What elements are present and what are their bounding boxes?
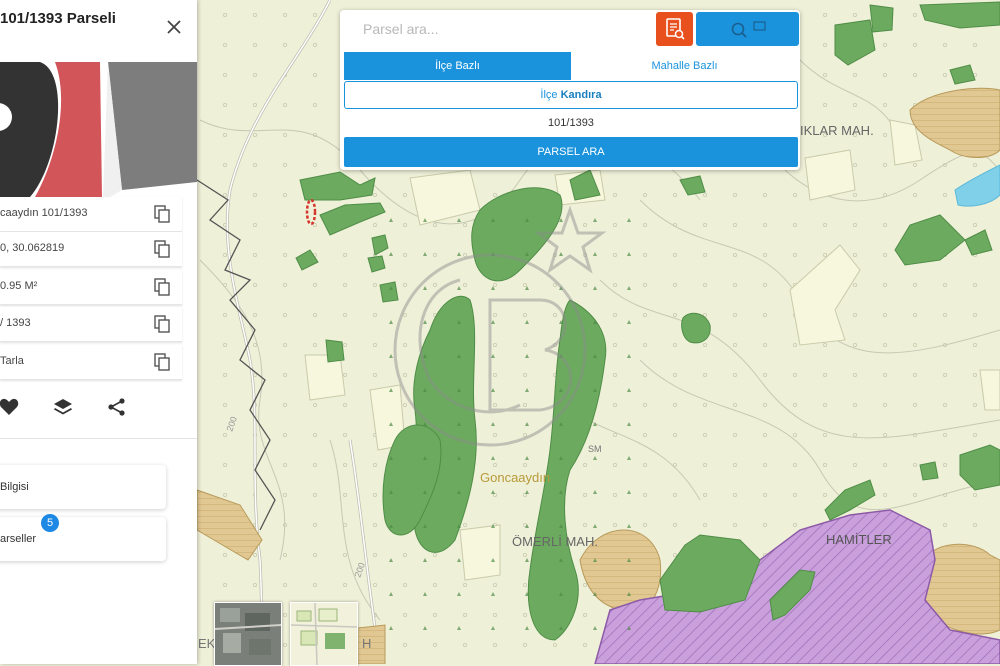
- info-area-text: 0.95 M²: [0, 280, 38, 292]
- label-omerli-mah: ÖMERLİ MAH.: [512, 534, 598, 549]
- info-location-text: caaydın 101/1393: [0, 207, 88, 219]
- parcel-search-input[interactable]: [340, 10, 652, 48]
- tab-ilce-bazli[interactable]: İlçe Bazlı: [344, 52, 571, 80]
- parcel-info-card-label: Bilgisi: [0, 481, 29, 493]
- parcel-report-button[interactable]: [656, 12, 693, 46]
- tab-mahalle-bazli[interactable]: Mahalle Bazlı: [571, 52, 798, 80]
- map-basemap-thumbnail[interactable]: [290, 602, 358, 666]
- label-edge-h: H: [362, 636, 371, 651]
- label-iklar-mah: IKLAR MAH.: [800, 123, 874, 138]
- info-type-text: Tarla: [0, 355, 24, 367]
- nearby-parcels-count-badge: 5: [41, 514, 59, 532]
- label-goncaaydin: Goncaaydın: [480, 470, 550, 485]
- layers-icon[interactable]: [52, 396, 74, 418]
- copy-icon[interactable]: [152, 314, 172, 334]
- panel-actions: [0, 390, 197, 439]
- info-parcel-text: / 1393: [0, 317, 31, 329]
- watermark-sm-badge: SM: [588, 444, 602, 454]
- search-button[interactable]: [696, 12, 799, 46]
- close-panel-button[interactable]: [160, 14, 188, 42]
- report-icon: [666, 18, 685, 40]
- info-row-location: caaydın 101/1393: [0, 197, 182, 232]
- heart-icon[interactable]: [0, 396, 20, 418]
- info-row-type: Tarla: [0, 345, 182, 380]
- info-row-coordinates: 0, 30.062819: [0, 232, 182, 267]
- parcel-search-box: İlçe Bazlı Mahalle Bazlı İlçe Kandıra 10…: [340, 10, 800, 170]
- ilce-select[interactable]: İlçe Kandıra: [344, 81, 798, 109]
- parcel-number-field[interactable]: 101/1393: [344, 111, 798, 135]
- nearby-parcels-card[interactable]: arseller: [0, 517, 166, 561]
- satellite-basemap-thumbnail[interactable]: [214, 602, 282, 666]
- label-hamitler: HAMİTLER: [826, 532, 892, 547]
- search-icon: [731, 21, 766, 38]
- share-icon[interactable]: [106, 396, 128, 418]
- nearby-parcels-card-label: arseller: [0, 533, 37, 545]
- info-coordinates-text: 0, 30.062819: [0, 242, 65, 254]
- parcel-photo: [0, 62, 197, 197]
- copy-icon[interactable]: [152, 352, 172, 372]
- parcel-info-card[interactable]: Bilgisi: [0, 465, 166, 509]
- parcel-detail-panel: 101/1393 Parseli caaydın 101/1393 0, 30.…: [0, 0, 197, 664]
- ilce-select-value: Kandıra: [560, 89, 602, 101]
- close-icon: [167, 20, 181, 34]
- ilce-select-prefix: İlçe: [540, 89, 558, 101]
- copy-icon[interactable]: [152, 277, 172, 297]
- info-row-parcel: / 1393: [0, 307, 182, 342]
- panel-title: 101/1393 Parseli: [0, 10, 116, 27]
- parsel-ara-button[interactable]: PARSEL ARA: [344, 137, 798, 167]
- copy-icon[interactable]: [152, 239, 172, 259]
- info-row-area: 0.95 M²: [0, 270, 182, 305]
- copy-icon[interactable]: [152, 204, 172, 224]
